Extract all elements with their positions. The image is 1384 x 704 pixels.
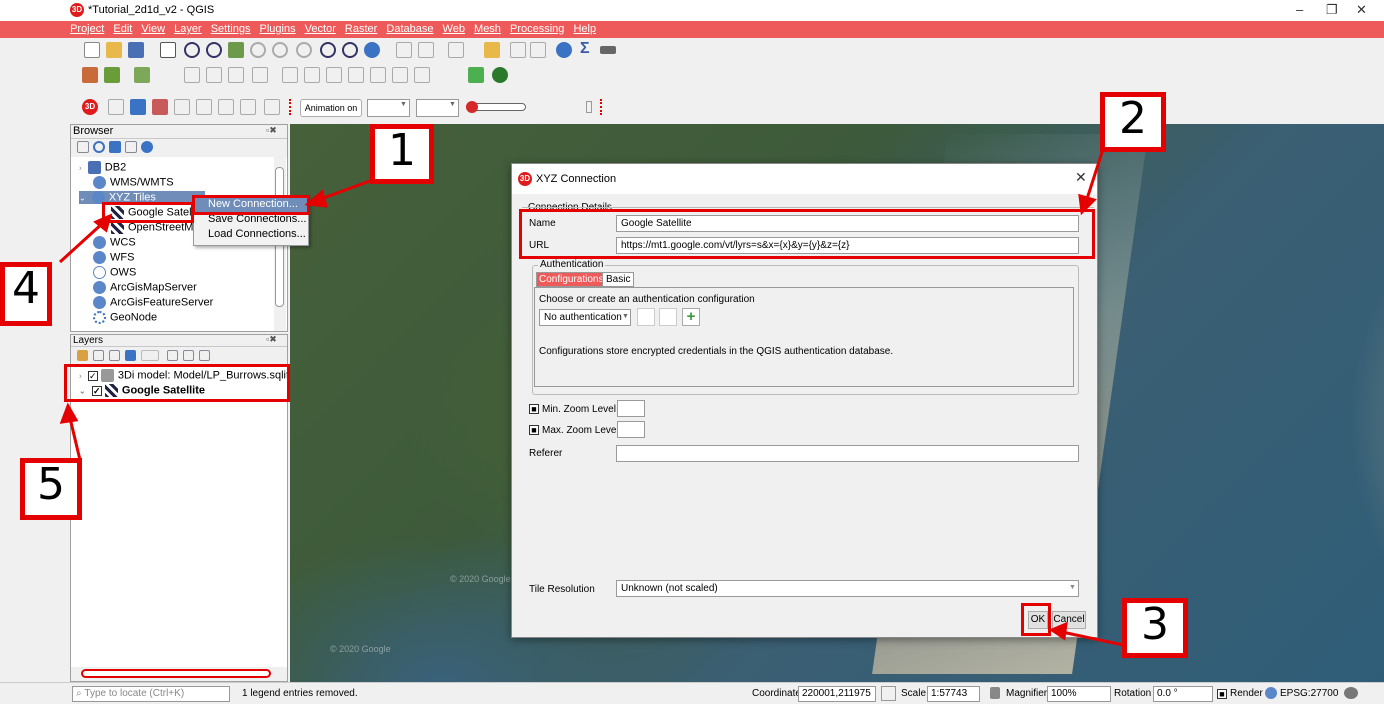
extents-toggle-icon[interactable] (881, 686, 896, 701)
status-message: 1 legend entries removed. (242, 688, 358, 699)
callout-1: 1 (370, 124, 434, 184)
callout-3: 3 (1122, 598, 1188, 658)
render-label: Render (1230, 688, 1263, 699)
arrow-3 (1061, 630, 1129, 648)
scale-field[interactable]: 1:57743 (927, 686, 980, 702)
status-bar: ⌕ Type to locate (Ctrl+K) 1 legend entri… (0, 682, 1384, 704)
arrow-5-head (59, 402, 79, 424)
arrow-1 (317, 176, 379, 202)
locator-search-input[interactable]: ⌕ Type to locate (Ctrl+K) (72, 686, 230, 702)
arrow-5 (68, 417, 82, 461)
crs-label[interactable]: EPSG:27700 (1280, 688, 1338, 699)
rotation-field[interactable]: 0.0 ° (1153, 686, 1213, 702)
arrow-3-head (1048, 621, 1068, 641)
callout-4: 4 (0, 262, 52, 326)
scale-label: Scale (901, 688, 927, 699)
arrow-4 (58, 220, 106, 264)
search-icon: ⌕ (76, 688, 82, 699)
rotation-label: Rotation (1114, 688, 1152, 699)
crs-globe-icon[interactable] (1265, 687, 1277, 699)
messages-icon[interactable] (1344, 687, 1358, 699)
arrow-1-head (304, 189, 329, 208)
render-checkbox[interactable]: ■ (1217, 689, 1227, 699)
callout-5: 5 (20, 458, 82, 520)
coordinate-field[interactable]: 220001,211975 (798, 686, 876, 702)
coordinate-label: Coordinate (752, 688, 801, 699)
magnifier-field[interactable]: 100% (1047, 686, 1111, 702)
callout-2: 2 (1100, 92, 1166, 152)
arrow-2-head (1078, 193, 1097, 216)
lock-icon[interactable] (990, 687, 1000, 699)
magnifier-label: Magnifier (1006, 688, 1048, 699)
